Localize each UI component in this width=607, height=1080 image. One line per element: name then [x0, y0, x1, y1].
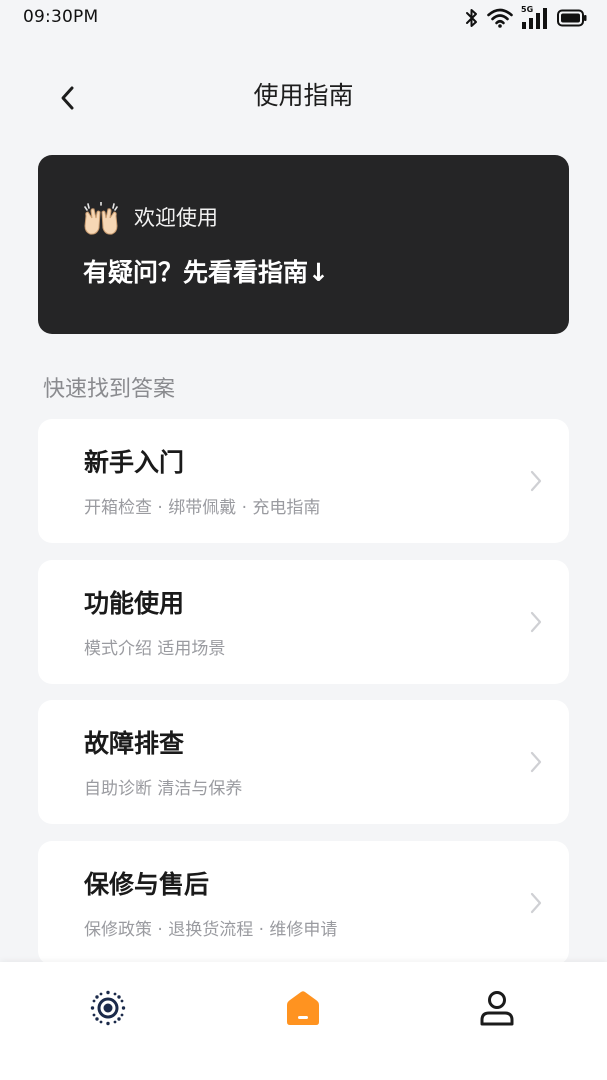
section-label: 快速找到答案 [43, 377, 176, 402]
home-icon [287, 991, 319, 1025]
card-troubleshooting[interactable]: 故障排查 自助诊断 清洁与保养 [38, 700, 569, 824]
raising-hands-icon [84, 202, 118, 235]
card-subtitle: 开箱检查 · 绑带佩戴 · 充电指南 [84, 498, 321, 518]
nav-device[interactable] [84, 984, 132, 1032]
card-subtitle: 模式介绍 适用场景 [84, 639, 226, 659]
welcome-text: 欢迎使用 [134, 206, 218, 230]
battery-icon [557, 9, 587, 27]
card-feature-usage[interactable]: 功能使用 模式介绍 适用场景 [38, 560, 569, 684]
welcome-headline: 有疑问？先看看指南↓ [83, 258, 329, 287]
card-title: 新手入门 [84, 448, 185, 477]
cellular-signal: 5G [521, 5, 549, 30]
card-getting-started[interactable]: 新手入门 开箱检查 · 绑带佩戴 · 充电指南 [38, 419, 569, 543]
status-icons: 5G [465, 5, 587, 30]
nav-profile[interactable] [473, 984, 521, 1032]
page-title: 使用指南 [253, 81, 354, 110]
signal-bars-icon [522, 8, 547, 29]
chevron-right-icon [530, 470, 542, 492]
card-subtitle: 保修政策 · 退换货流程 · 维修申请 [84, 920, 338, 940]
card-title: 保修与售后 [84, 870, 210, 899]
profile-icon [480, 991, 514, 1026]
chevron-right-icon [530, 751, 542, 773]
status-time: 09:30PM [23, 7, 99, 27]
chevron-right-icon [530, 892, 542, 914]
card-title: 故障排查 [84, 729, 185, 758]
card-title: 功能使用 [84, 589, 185, 618]
card-subtitle: 自助诊断 清洁与保养 [84, 779, 243, 799]
nav-home[interactable] [279, 984, 327, 1032]
bluetooth-icon [466, 9, 477, 27]
card-warranty[interactable]: 保修与售后 保修政策 · 退换货流程 · 维修申请 [38, 841, 569, 965]
bottom-nav [0, 962, 607, 1080]
wifi-icon [487, 8, 513, 28]
chevron-right-icon [530, 611, 542, 633]
welcome-banner: 欢迎使用 有疑问？先看看指南↓ [38, 155, 569, 334]
device-icon [90, 990, 126, 1026]
status-bar: 09:30PM 5G [0, 0, 607, 36]
